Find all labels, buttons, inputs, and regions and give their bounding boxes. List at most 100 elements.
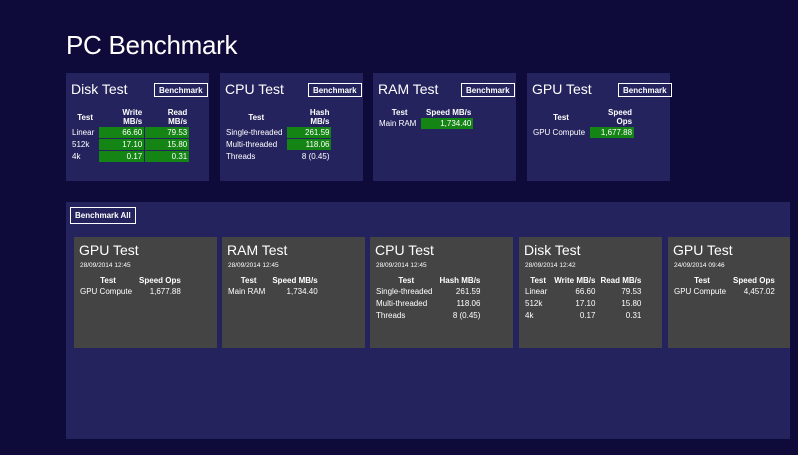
table-row: GPU Compute 1,677.88 — [533, 127, 635, 138]
column-header: Test — [248, 112, 265, 122]
row-label: Single-threaded — [376, 287, 433, 296]
column-header: Test — [240, 276, 257, 285]
results-table: Test Speed MB/s Main RAM 1,734.40 — [227, 275, 321, 298]
tile-title: Disk Test — [71, 81, 128, 97]
results-table: Test Speed Ops GPU Compute 4,457.02 — [673, 275, 778, 298]
write-value: 17.10 — [575, 299, 596, 308]
row-label: Multi-threaded — [226, 140, 278, 149]
tile-title: GPU Test — [532, 81, 592, 97]
results-table: Test Write MB/s Read MB/s Linear 66.60 7… — [524, 275, 644, 322]
speed-value: 1,734.40 — [421, 118, 474, 129]
history-card-ram: RAM Test 28/09/2014 12:45 Test Speed MB/… — [222, 237, 365, 348]
table-row: Main RAM 1,734.40 — [228, 286, 320, 297]
ram-benchmark-button[interactable]: Benchmark — [461, 83, 515, 97]
row-label: Linear — [525, 287, 548, 296]
row-label: GPU Compute — [674, 287, 727, 296]
gpu-benchmark-button[interactable]: Benchmark — [618, 83, 672, 97]
disk-test-tile: Disk Test Benchmark Test Write MB/s Read… — [66, 73, 209, 181]
row-label: 4k — [525, 311, 534, 320]
speed-value: 1,677.88 — [590, 127, 635, 138]
ram-test-tile: RAM Test Benchmark Test Speed MB/s Main … — [373, 73, 516, 181]
hash-value: 261.59 — [455, 287, 481, 296]
table-header-row: Test Hash MB/s — [226, 108, 331, 126]
row-label: Multi-threaded — [376, 299, 428, 308]
history-card-cpu: CPU Test 28/09/2014 12:45 Test Hash MB/s… — [370, 237, 513, 348]
row-label: 512k — [525, 299, 543, 308]
column-header: Speed Ops — [608, 108, 633, 126]
history-card-gpu-older: GPU Test 24/09/2014 09:46 Test Speed Ops… — [668, 237, 790, 348]
column-header: Speed Ops — [139, 276, 181, 285]
column-header: Read MB/s — [167, 108, 188, 126]
row-label: Threads — [376, 311, 406, 320]
history-panel: Benchmark All GPU Test 28/09/2014 12:45 … — [66, 202, 790, 439]
table-row: GPU Compute 4,457.02 — [674, 286, 777, 297]
column-header: Speed MB/s — [272, 276, 318, 285]
table-header-row: Test Speed Ops — [533, 108, 634, 126]
column-header: Hash MB/s — [309, 108, 330, 126]
card-date: 28/09/2014 12:42 — [525, 262, 576, 269]
card-title: GPU Test — [79, 242, 139, 258]
column-header: Test — [530, 276, 547, 285]
hash-value: 261.59 — [287, 127, 332, 138]
table-row: Single-threaded 261.59 — [226, 127, 332, 138]
hash-value: 118.06 — [287, 139, 332, 150]
column-header: Speed Ops — [733, 276, 775, 285]
row-label: 4k — [72, 152, 81, 161]
table-row: 512k 17.10 15.80 — [525, 298, 643, 309]
row-label: Linear — [72, 128, 95, 137]
hash-value: 118.06 — [456, 299, 481, 308]
benchmark-all-button[interactable]: Benchmark All — [70, 207, 136, 224]
read-value: 15.80 — [621, 299, 642, 308]
card-date: 24/09/2014 09:46 — [674, 262, 725, 269]
column-header: Test — [100, 276, 116, 285]
speed-value: 4,457.02 — [743, 287, 775, 296]
history-card-gpu: GPU Test 28/09/2014 12:45 Test Speed Ops… — [74, 237, 217, 348]
card-date: 28/09/2014 12:45 — [80, 262, 131, 269]
card-title: Disk Test — [524, 242, 581, 258]
table-header-row: Test Write MB/s Read MB/s — [72, 108, 189, 126]
row-label: Single-threaded — [226, 128, 283, 137]
card-title: CPU Test — [375, 242, 434, 258]
row-label: Threads — [226, 152, 256, 161]
table-row: Multi-threaded 118.06 — [376, 298, 482, 309]
results-table: Test Speed Ops GPU Compute 1,677.88 — [79, 275, 184, 298]
results-table: Test Speed MB/s Main RAM 1,734.40 — [378, 107, 474, 130]
read-value: 79.53 — [145, 127, 190, 138]
row-label: GPU Compute — [80, 287, 133, 296]
write-value: 66.60 — [575, 287, 596, 296]
results-table: Test Write MB/s Read MB/s Linear 66.60 7… — [71, 107, 190, 163]
table-row: Linear 66.60 79.53 — [72, 127, 190, 138]
column-header: Write MB/s — [122, 108, 143, 126]
results-table: Test Hash MB/s Single-threaded 261.59 Mu… — [375, 275, 483, 322]
read-value: 0.31 — [625, 311, 642, 320]
table-row: Threads 8 (0.45) — [376, 310, 482, 321]
table-row: 4k 0.17 0.31 — [525, 310, 643, 321]
threads-value: 8 (0.45) — [452, 311, 481, 320]
column-header: Hash MB/s — [439, 276, 481, 285]
write-value: 66.60 — [99, 127, 145, 138]
read-value: 79.53 — [621, 287, 642, 296]
table-header-row: Test Speed Ops — [80, 276, 183, 285]
read-value: 15.80 — [145, 139, 190, 150]
cpu-test-tile: CPU Test Benchmark Test Hash MB/s Single… — [220, 73, 363, 181]
table-row: Single-threaded 261.59 — [376, 286, 482, 297]
history-card-disk: Disk Test 28/09/2014 12:42 Test Write MB… — [519, 237, 662, 348]
column-header: Test — [553, 112, 569, 122]
table-row: 4k 0.17 0.31 — [72, 151, 190, 162]
table-row: Linear 66.60 79.53 — [525, 286, 643, 297]
table-row: 512k 17.10 15.80 — [72, 139, 190, 150]
cpu-benchmark-button[interactable]: Benchmark — [308, 83, 362, 97]
column-header: Test — [398, 276, 415, 285]
results-table: Test Hash MB/s Single-threaded 261.59 Mu… — [225, 107, 332, 163]
table-row: Multi-threaded 118.06 — [226, 139, 332, 150]
write-value: 0.17 — [579, 311, 596, 320]
column-header: Speed MB/s — [426, 108, 472, 117]
column-header: Test — [77, 112, 94, 122]
disk-benchmark-button[interactable]: Benchmark — [154, 83, 208, 97]
row-label: 512k — [72, 140, 90, 149]
card-title: RAM Test — [227, 242, 288, 258]
table-header-row: Test Speed MB/s — [228, 276, 320, 285]
write-value: 17.10 — [99, 139, 145, 150]
table-header-row: Test Speed Ops — [674, 276, 777, 285]
column-header: Test — [391, 108, 408, 117]
